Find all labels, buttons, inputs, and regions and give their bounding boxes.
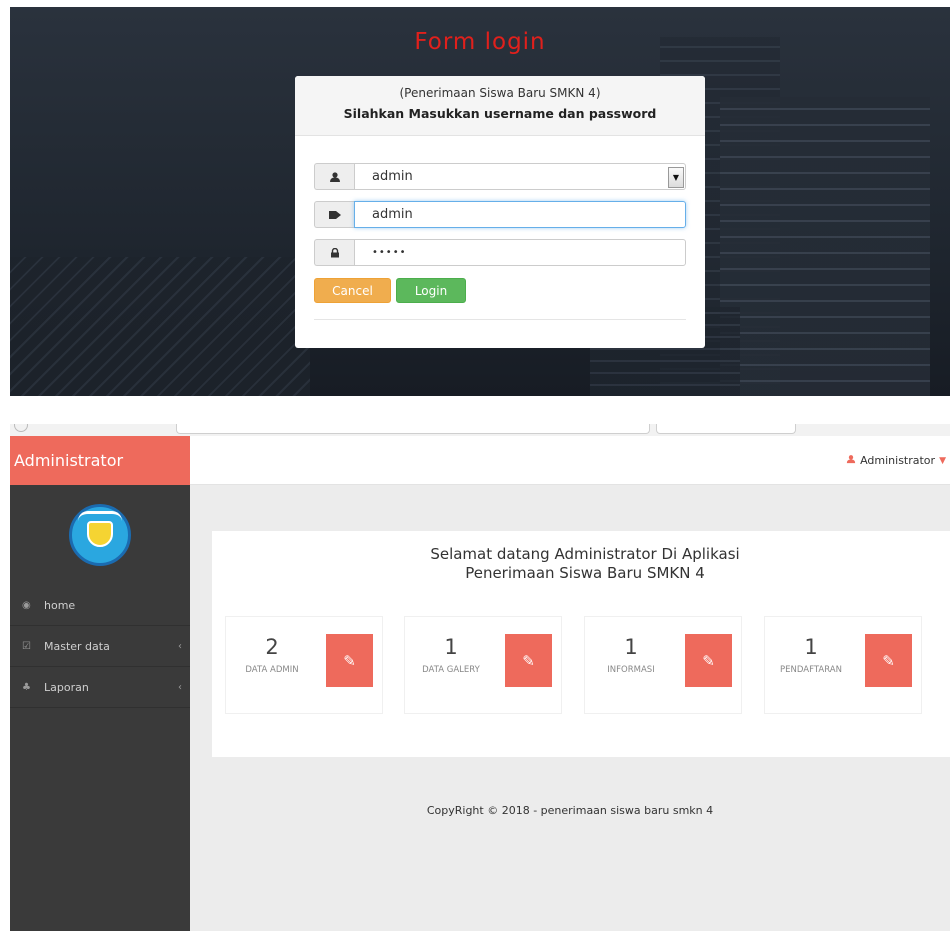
- welcome-message: Selamat datang Administrator Di Aplikasi…: [212, 545, 950, 583]
- tut-wuri-handayani-logo: [69, 504, 131, 566]
- background-building: [10, 257, 310, 396]
- welcome-panel: Selamat datang Administrator Di Aplikasi…: [212, 531, 950, 757]
- address-bar[interactable]: [176, 424, 650, 434]
- stat-value: 2: [265, 635, 279, 659]
- stat-value: 1: [444, 635, 458, 659]
- sidebar-item-label: Laporan: [44, 680, 89, 694]
- welcome-line-1: Selamat datang Administrator Di Aplikasi: [430, 545, 740, 563]
- stat-value: 1: [624, 635, 638, 659]
- caret-down-icon: ▼: [939, 455, 946, 466]
- login-box: (Penerimaan Siswa Baru SMKN 4) Silahkan …: [295, 76, 705, 348]
- lock-icon: [314, 239, 354, 266]
- stat-card-admin: 2 DATA ADMIN ✎: [225, 616, 383, 714]
- stat-value: 1: [804, 635, 818, 659]
- browser-chrome: [10, 424, 950, 436]
- edit-button[interactable]: ✎: [505, 634, 552, 687]
- username-input[interactable]: admin: [354, 201, 686, 228]
- password-group: •••••: [314, 239, 686, 266]
- role-select-group: admin ▼: [314, 163, 686, 190]
- logo-container: [10, 485, 190, 585]
- login-header: (Penerimaan Siswa Baru SMKN 4) Silahkan …: [295, 76, 705, 136]
- stat-label: PENDAFTARAN: [780, 665, 842, 675]
- sidebar-item-label: Master data: [44, 639, 110, 653]
- sidebar-item-label: home: [44, 598, 76, 612]
- edit-button[interactable]: ✎: [326, 634, 373, 687]
- user-icon: [846, 454, 856, 467]
- user-icon: [314, 163, 354, 190]
- footer-copyright: CopyRight © 2018 - penerimaan siswa baru…: [426, 804, 714, 817]
- divider: [314, 319, 686, 320]
- welcome-line-2: Penerimaan Siswa Baru SMKN 4: [465, 564, 705, 582]
- admin-dashboard: Administrator ◉ home ☑ Master data ‹ ♣ L…: [10, 424, 950, 931]
- chevron-left-icon: ‹: [178, 681, 182, 693]
- cancel-button[interactable]: Cancel: [314, 278, 391, 303]
- sidebar-item-laporan[interactable]: ♣ Laporan ‹: [10, 667, 190, 708]
- login-screen: Form login (Penerimaan Siswa Baru SMKN 4…: [10, 7, 950, 396]
- stat-card-pendaftaran: 1 PENDAFTARAN ✎: [764, 616, 922, 714]
- stat-label: DATA ADMIN: [245, 665, 299, 675]
- login-instruction: Silahkan Masukkan username dan password: [343, 106, 657, 121]
- brand-title[interactable]: Administrator: [10, 436, 190, 485]
- login-button[interactable]: Login: [396, 278, 466, 303]
- chevron-down-icon[interactable]: ▼: [668, 167, 684, 188]
- edit-icon: ✎: [882, 651, 895, 670]
- edit-icon: ✎: [702, 651, 715, 670]
- role-select-value: admin: [372, 169, 413, 184]
- stat-card-informasi: 1 INFORMASI ✎: [584, 616, 742, 714]
- user-menu[interactable]: Administrator ▼: [846, 454, 946, 467]
- stat-label: DATA GALERY: [422, 665, 480, 675]
- sidebar-item-home[interactable]: ◉ home: [10, 585, 190, 626]
- role-select[interactable]: admin ▼: [354, 163, 686, 190]
- login-title: Form login: [414, 29, 546, 55]
- password-input[interactable]: •••••: [354, 239, 686, 266]
- edit-button[interactable]: ✎: [685, 634, 732, 687]
- stat-card-galery: 1 DATA GALERY ✎: [404, 616, 562, 714]
- sidebar-item-master-data[interactable]: ☑ Master data ‹: [10, 626, 190, 667]
- search-bar[interactable]: [656, 424, 796, 434]
- stat-label: INFORMASI: [607, 665, 655, 675]
- edit-icon: ✎: [343, 651, 356, 670]
- login-subtitle: (Penerimaan Siswa Baru SMKN 4): [399, 86, 601, 100]
- sitemap-icon: ♣: [22, 681, 31, 693]
- username-group: admin: [314, 201, 686, 228]
- edit-icon: ☑: [22, 640, 31, 652]
- reload-icon[interactable]: [14, 424, 28, 432]
- topbar: Administrator ▼: [190, 436, 950, 485]
- sidebar: Administrator ◉ home ☑ Master data ‹ ♣ L…: [10, 436, 190, 931]
- chevron-left-icon: ‹: [178, 640, 182, 652]
- user-menu-label: Administrator: [860, 454, 936, 467]
- dashboard-icon: ◉: [22, 599, 31, 611]
- background-building: [720, 97, 930, 396]
- edit-button[interactable]: ✎: [865, 634, 912, 687]
- tag-icon: [314, 201, 354, 228]
- edit-icon: ✎: [522, 651, 535, 670]
